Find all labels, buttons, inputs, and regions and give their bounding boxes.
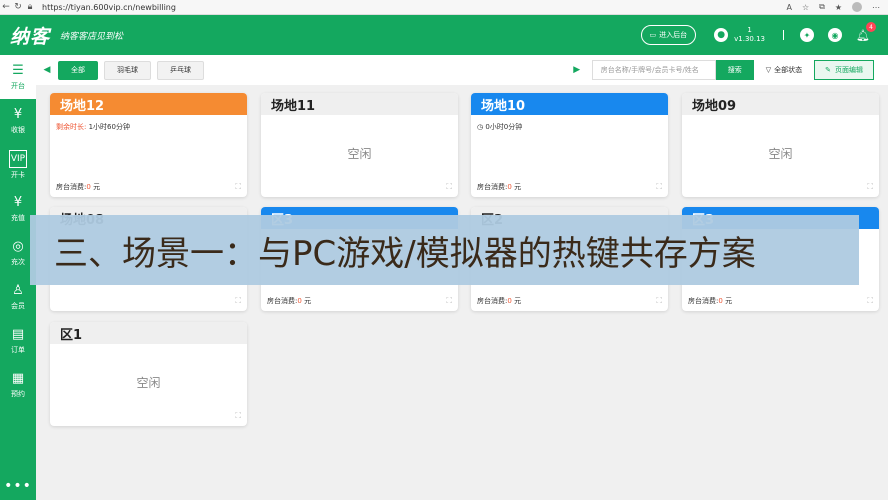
bell-icon[interactable]: 🔔︎ 4 [856,22,876,42]
logo: 纳客 [10,25,51,48]
sidebar-item-label: 收银 [11,126,25,134]
reload-icon[interactable]: ↻ [12,2,24,12]
room-card[interactable]: 场地09 空闲 ⛶ [682,93,879,197]
room-name: 场地11 [261,93,458,115]
enter-backend-button[interactable]: ▭ 进入后台 [640,25,697,45]
sidebar-item-label: 充值 [11,214,25,222]
recharge-icon: ¥ [13,195,23,210]
search-input[interactable]: 房台名称/手牌号/会员卡号/姓名 [591,60,716,80]
room-fee: 房台消费:0 元 [477,183,522,191]
sidebar-item-open-table[interactable]: ☰ 开台 [0,55,36,99]
enter-backend-label: 进入后台 [659,31,688,39]
room-card[interactable]: 场地12 剩余时长: 1小时60分钟 房台消费:0 元 ⛶ [50,93,247,197]
court-icon: ⛶ [446,296,452,305]
clock-icon: ◷ [477,123,484,131]
room-fee: 房台消费:0 元 [688,297,733,305]
back-icon[interactable]: ← [0,2,12,12]
page-edit-button[interactable]: ✎ 页面编辑 [814,60,874,80]
sidebar-item-reservation[interactable]: ▦ 预约 [0,363,36,407]
user-avatar-icon: ● [714,28,729,42]
page-edit-label: 页面编辑 [835,66,863,74]
favorite-icon[interactable]: ☆ [802,3,809,12]
tab-all[interactable]: 全部 [58,60,98,80]
notification-badge: 4 [866,22,876,32]
filter-toolbar: ◀ 全部 羽毛球 乒乓球 ▶ 房台名称/手牌号/会员卡号/姓名 搜索 ▽ 全部状… [36,55,888,85]
court-icon: ⛶ [867,182,873,191]
app-header: 纳客 纳客客店见到松 ▭ 进入后台 ● 1 v1.30.13 ✦ ◉ 🔔︎ 4 [0,15,888,55]
room-fee: 房台消费:0 元 [477,297,522,305]
tab-badminton[interactable]: 羽毛球 [104,60,151,80]
tabs-next-icon[interactable]: ▶ [566,65,588,75]
edit-icon: ✎ [825,66,831,74]
room-status: 空闲 [347,147,372,161]
sidebar-item-label: 会员 [11,302,25,310]
recharge-times-icon: ◎ [12,239,24,254]
room-status: 空闲 [768,147,793,161]
help-icon[interactable]: ✦ [800,28,814,42]
slogan: 纳客客店见到松 [60,31,124,42]
sidebar-item-label: 开台 [11,82,25,90]
status-filter[interactable]: ▽ 全部状态 [766,65,802,75]
more-menu-icon[interactable]: ••• [0,478,36,494]
monitor-icon: ▭ [649,31,657,39]
room-name: 场地09 [682,93,879,115]
room-card[interactable]: 场地11 空闲 ⛶ [261,93,458,197]
filter-icon: ▽ [765,66,772,74]
search-button[interactable]: 搜索 [715,60,754,80]
settings-icon[interactable]: ◉ [828,28,842,42]
sidebar-item-label: 订单 [11,346,25,354]
room-card[interactable]: 场地10 ◷ 0小时0分钟 房台消费:0 元 ⛶ [471,93,668,197]
browser-menu-icon[interactable]: ⋯ [872,3,880,12]
profile-avatar[interactable] [852,2,862,12]
browser-bar: ← ↻ 🔒︎ https://tiyan.600vip.cn/newbillin… [0,0,888,15]
user-info[interactable]: ● 1 v1.30.13 [714,26,765,44]
reservation-icon: ▦ [11,371,25,386]
court-icon: ⛶ [867,296,873,305]
vip-card-icon: VIP [8,150,28,168]
member-icon: ♙ [12,283,24,298]
status-filter-label: 全部状态 [774,66,803,74]
room-card[interactable]: 区1 空闲 ⛶ [50,322,247,426]
room-name: 场地12 [50,93,247,115]
court-icon: ⛶ [235,182,241,191]
sidebar-item-label: 开卡 [11,171,25,179]
room-name: 场地10 [471,93,668,115]
cashier-icon: ¥ [13,107,23,122]
tab-table-tennis[interactable]: 乒乓球 [157,60,204,80]
court-icon: ⛶ [656,296,662,305]
room-status: 空闲 [136,376,161,390]
court-icon: ⛶ [235,296,241,305]
room-fee: 房台消费:0 元 [56,183,101,191]
title-banner: 三、场景一：与PC游戏/模拟器的热键共存方案 [30,215,859,285]
sidebar-item-open-card[interactable]: VIP 开卡 [0,143,36,187]
extensions-icon[interactable]: ⧉ [819,2,825,12]
address-bar[interactable]: https://tiyan.600vip.cn/newbilling [42,3,786,12]
header-divider [783,30,784,40]
remaining-time: 剩余时长: 1小时60分钟 [56,123,130,131]
sidebar-item-cashier[interactable]: ¥ 收银 [0,99,36,143]
favorites-bar-icon[interactable]: ★ [835,3,842,12]
user-id: 1 [747,26,752,34]
order-icon: ▤ [11,327,25,342]
app-version: v1.30.13 [734,35,765,43]
court-icon: ⛶ [446,182,452,191]
court-icon: ⛶ [235,411,241,420]
room-name: 区1 [50,322,247,344]
lock-icon: 🔒︎ [27,2,33,12]
sidebar-item-label: 充次 [11,258,25,266]
open-table-icon: ☰ [12,63,24,78]
elapsed-time: ◷ 0小时0分钟 [477,123,523,131]
sidebar-item-order[interactable]: ▤ 订单 [0,319,36,363]
room-fee: 房台消费:0 元 [267,297,312,305]
court-icon: ⛶ [656,182,662,191]
read-aloud-icon[interactable]: A [786,3,791,12]
tabs-prev-icon[interactable]: ◀ [36,65,58,75]
sidebar-item-label: 预约 [11,390,25,398]
